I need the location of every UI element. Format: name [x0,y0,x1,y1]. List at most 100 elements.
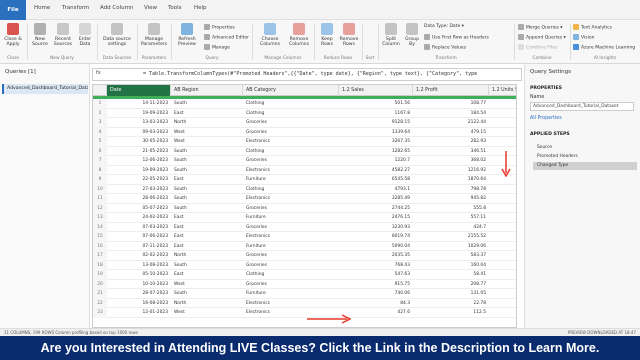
cell-profit: 22.78 [473,300,486,306]
table-row[interactable]: 5 30-05-2023 West Electronics 3267.35 282.93 [93,137,516,147]
table-row[interactable]: 13 24-02-2023 East Furniture 2476.15 557.11 [93,213,516,223]
refresh-preview-button[interactable]: Refresh Preview [174,23,200,47]
column-header-units-sold[interactable]: 1.2 Units Sold [489,85,516,96]
table-row[interactable]: 8 19-09-2023 South Electronics 4582.27 1216.9… [93,165,516,175]
column-header-profit[interactable]: 1.2 Profit [413,85,489,96]
cell-date: 19-09-2023 [142,167,168,173]
step-source[interactable]: Source [533,144,637,152]
cell-date: 21-05-2023 [142,148,168,154]
cell-region: East [174,110,184,116]
group-by-button[interactable]: Group By [403,23,421,47]
tab-add-column[interactable]: Add Column [100,5,133,11]
table-row[interactable]: 3 13-03-2023 North Groceries 9128.15 2122.44 [93,118,516,128]
table-row[interactable]: 12 05-07-2023 South Groceries 2744.25 555.8 [93,203,516,213]
cell-date: 19-09-2023 [142,110,168,116]
data-type-dropdown[interactable]: Data Type: Date ▾ [424,24,464,29]
table-row[interactable]: 1 14-11-2023 South Clothing 501.56 108.77 [93,99,516,109]
table-row[interactable]: 22 16-08-2023 North Electronics 84.3 22.78 [93,298,516,308]
cell-region: West [174,281,185,287]
table-row[interactable]: 16 07-11-2023 East Furniture 5090.04 1029.06 [93,241,516,251]
tab-view[interactable]: View [144,5,157,11]
all-properties-link[interactable]: All Properties [530,116,562,121]
row-index: 17 [93,251,107,261]
cell-region: South [174,196,187,201]
ribbon-tabs: File Home Transform Add Column View Tool… [0,0,640,20]
column-header-region[interactable]: A⁠B Region [171,85,243,96]
step-promoted-headers[interactable]: Promoted Headers [533,153,637,161]
cell-category: Groceries [246,253,267,258]
cell-sales: 1167.8 [394,110,410,116]
query-name-input[interactable]: Advanced_Dashboard_Tutorial_Dataset [530,102,634,111]
replace-values-button[interactable]: Replace Values [424,44,466,51]
combine-files-button[interactable]: Combine Files [518,44,557,51]
step-changed-type[interactable]: Changed Type [533,162,637,170]
table-row[interactable]: 14 07-03-2023 East Groceries 3230.93 424.7 [93,222,516,232]
table-row[interactable]: 20 10-10-2023 West Groceries 915.75 208.77 [93,279,516,289]
row-index: 3 [93,118,107,128]
table-row[interactable]: 4 09-03-2023 West Groceries 1339.64 479.15 [93,127,516,137]
column-header-category[interactable]: A⁠B Category [243,85,339,96]
query-item-selected[interactable]: Advanced_Dashboard_Tutorial_Dataset [2,84,88,94]
row-index: 15 [93,232,107,242]
manage-parameters-button[interactable]: Manage Parameters [140,23,168,47]
table-row[interactable]: 21 28-07-2023 South Furniture 740.06 131.05 [93,289,516,299]
table-row[interactable]: 7 12-06-2023 South Groceries 1220.7 368.02 [93,156,516,166]
append-queries-button[interactable]: Append Queries ▾ [518,34,566,41]
tab-help[interactable]: Help [194,5,207,11]
cell-profit: 555.8 [473,205,486,211]
tab-tools[interactable]: Tools [168,5,182,11]
formula-bar[interactable]: fx = Table.TransformColumnTypes(#"Promot… [92,68,522,81]
cell-sales: 547.63 [394,272,410,277]
table-row[interactable]: 18 13-08-2023 South Groceries 768.43 160.04 [93,260,516,270]
remove-columns-button[interactable]: Remove Columns [286,23,312,47]
azure-ml-button[interactable]: Azure Machine Learning [573,44,635,51]
close-apply-button[interactable]: Close & Apply [2,23,24,47]
table-row[interactable]: 23 12-01-2023 West Electronics 427.6 112.5 [93,308,516,318]
parameters-icon [148,23,160,35]
table-row[interactable]: 2 19-09-2023 East Clothing 1167.8 184.54 [93,108,516,118]
table-row[interactable]: 19 05-10-2023 East Clothing 547.63 58.41 [93,270,516,280]
tab-home[interactable]: Home [34,5,50,11]
tab-transform[interactable]: Transform [62,5,89,11]
cell-category: Clothing [246,272,265,277]
table-row[interactable]: 17 02-02-2023 North Groceries 2035.35 583.37 [93,251,516,261]
table-row[interactable]: 10 27-03-2023 South Clothing 4793.1 798.78 [93,184,516,194]
tab-file[interactable]: File [0,0,26,20]
manage-button[interactable]: Manage [204,44,230,51]
red-arrow-annotation [307,314,352,324]
row-index: 13 [93,213,107,223]
remove-rows-button[interactable]: Remove Rows [338,23,360,47]
split-column-button[interactable]: Split Column [381,23,401,47]
new-source-button[interactable]: New Source [30,23,50,47]
column-header-sales[interactable]: 1.2 Sales [339,85,413,96]
table-row[interactable]: 11 28-06-2023 South Electronics 3285.49 945.8… [93,194,516,204]
group-label-parameters: Parameters [141,56,167,61]
cell-date: 05-07-2023 [142,205,168,211]
keep-rows-button[interactable]: Keep Rows [317,23,337,47]
advanced-editor-button[interactable]: Advanced Editor [204,34,249,41]
cell-sales: 3285.49 [391,196,410,201]
text-analytics-button[interactable]: Text Analytics [573,24,612,31]
merge-queries-button[interactable]: Merge Queries ▾ [518,24,563,31]
first-row-headers-button[interactable]: Use First Row as Headers [424,34,489,41]
status-bar: 11 COLUMNS, 199 ROWS Column profiling ba… [0,328,640,336]
cell-region: South [174,101,187,106]
properties-icon [204,24,210,30]
cell-category: Groceries [246,129,267,135]
combine-icon [518,44,524,50]
table-row[interactable]: 15 07-06-2023 East Electronics 8019.74 2155.5… [93,232,516,242]
enter-data-button[interactable]: Enter Data [76,23,94,47]
data-source-settings-button[interactable]: Data source settings [100,23,134,47]
properties-button[interactable]: Properties [204,24,235,31]
formula-text[interactable]: = Table.TransformColumnTypes(#"Promoted … [143,71,477,77]
row-index: 16 [93,241,107,251]
ribbon-separator [570,24,571,60]
column-header-date[interactable]: Date [107,85,171,96]
recent-sources-button[interactable]: Recent Sources [53,23,73,47]
cell-date: 12-06-2023 [142,158,168,163]
table-row[interactable]: 6 21-05-2023 South Clothing 1282.65 346.51 [93,146,516,156]
data-grid: Date A⁠B Region A⁠B Category 1.2 Sales 1… [92,84,517,328]
table-row[interactable]: 9 22-05-2023 East Furniture 6545.58 1870.64 [93,175,516,185]
vision-button[interactable]: Vision [573,34,594,41]
choose-columns-button[interactable]: Choose Columns [256,23,284,47]
